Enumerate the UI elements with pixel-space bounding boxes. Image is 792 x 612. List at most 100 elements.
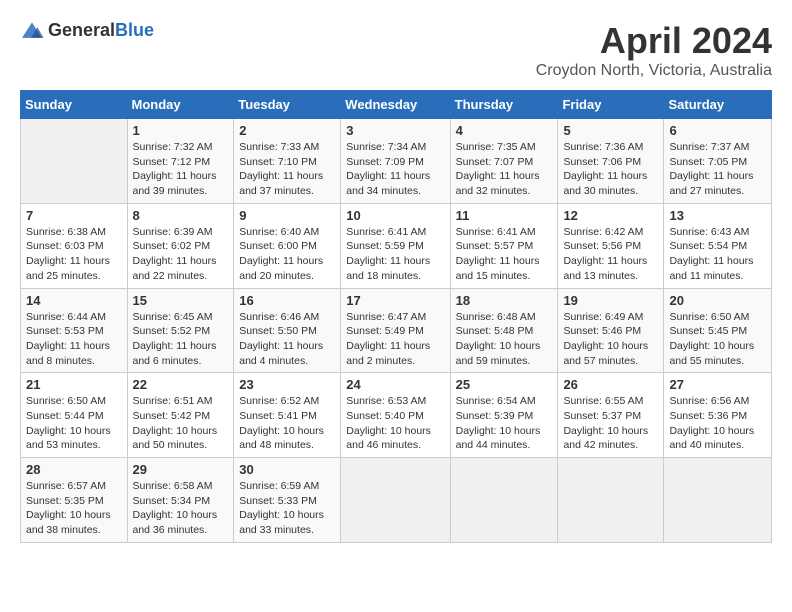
day-number: 29 <box>133 462 229 477</box>
day-info: Sunrise: 6:55 AMSunset: 5:37 PMDaylight:… <box>563 394 658 453</box>
weekday-header-row: Sunday Monday Tuesday Wednesday Thursday… <box>21 91 772 119</box>
calendar-cell: 21Sunrise: 6:50 AMSunset: 5:44 PMDayligh… <box>21 373 128 458</box>
day-info: Sunrise: 6:48 AMSunset: 5:48 PMDaylight:… <box>456 310 553 369</box>
calendar-cell: 6 Sunrise: 7:37 AMSunset: 7:05 PMDaylight… <box>664 119 772 204</box>
day-number: 23 <box>239 377 335 392</box>
calendar-cell: 22 Sunrise: 6:51 AMSunset: 5:42 PMDayligh… <box>127 373 234 458</box>
location-title: Croydon North, Victoria, Australia <box>536 62 772 80</box>
calendar-cell <box>21 119 128 204</box>
day-info: Sunrise: 6:41 AMSunset: 5:57 PMDaylight:… <box>456 225 553 284</box>
day-number: 22 <box>133 377 229 392</box>
day-info: Sunrise: 7:35 AMSunset: 7:07 PMDaylight:… <box>456 140 553 199</box>
calendar-week-row: 7 Sunrise: 6:38 AMSunset: 6:03 PMDaylight… <box>21 203 772 288</box>
calendar-cell: 23 Sunrise: 6:52 AMSunset: 5:41 PMDayligh… <box>234 373 341 458</box>
day-info: Sunrise: 6:40 AMSunset: 6:00 PMDaylight:… <box>239 225 335 284</box>
day-info: Sunrise: 6:59 AMSunset: 5:33 PMDaylight:… <box>239 479 335 538</box>
day-number: 16 <box>239 293 335 308</box>
day-info: Sunrise: 7:36 AMSunset: 7:06 PMDaylight:… <box>563 140 658 199</box>
day-info: Sunrise: 6:42 AMSunset: 5:56 PMDaylight:… <box>563 225 658 284</box>
calendar-week-row: 28Sunrise: 6:57 AMSunset: 5:35 PMDayligh… <box>21 458 772 543</box>
calendar-cell: 2Sunrise: 7:33 AMSunset: 7:10 PMDaylight… <box>234 119 341 204</box>
calendar-cell: 27Sunrise: 6:56 AMSunset: 5:36 PMDayligh… <box>664 373 772 458</box>
day-info: Sunrise: 6:51 AMSunset: 5:42 PMDaylight:… <box>133 394 229 453</box>
day-info: Sunrise: 7:33 AMSunset: 7:10 PMDaylight:… <box>239 140 335 199</box>
day-info: Sunrise: 6:45 AMSunset: 5:52 PMDaylight:… <box>133 310 229 369</box>
calendar-cell: 30 Sunrise: 6:59 AMSunset: 5:33 PMDayligh… <box>234 458 341 543</box>
calendar-cell: 24 Sunrise: 6:53 AMSunset: 5:40 PMDayligh… <box>341 373 450 458</box>
calendar-cell: 14Sunrise: 6:44 AMSunset: 5:53 PMDayligh… <box>21 288 128 373</box>
calendar-cell: 4 Sunrise: 7:35 AMSunset: 7:07 PMDaylight… <box>450 119 558 204</box>
day-number: 3 <box>346 123 444 138</box>
day-info: Sunrise: 6:54 AMSunset: 5:39 PMDaylight:… <box>456 394 553 453</box>
calendar-cell: 13Sunrise: 6:43 AMSunset: 5:54 PMDayligh… <box>664 203 772 288</box>
day-number: 30 <box>239 462 335 477</box>
header-monday: Monday <box>127 91 234 119</box>
day-info: Sunrise: 6:52 AMSunset: 5:41 PMDaylight:… <box>239 394 335 453</box>
calendar-week-row: 1 Sunrise: 7:32 AMSunset: 7:12 PMDaylight… <box>21 119 772 204</box>
header-saturday: Saturday <box>664 91 772 119</box>
day-info: Sunrise: 6:46 AMSunset: 5:50 PMDaylight:… <box>239 310 335 369</box>
calendar-cell: 18 Sunrise: 6:48 AMSunset: 5:48 PMDayligh… <box>450 288 558 373</box>
day-number: 9 <box>239 208 335 223</box>
day-number: 18 <box>456 293 553 308</box>
day-number: 21 <box>26 377 122 392</box>
day-number: 14 <box>26 293 122 308</box>
day-number: 8 <box>133 208 229 223</box>
calendar-table: Sunday Monday Tuesday Wednesday Thursday… <box>20 90 772 543</box>
day-number: 17 <box>346 293 444 308</box>
day-number: 4 <box>456 123 553 138</box>
day-number: 7 <box>26 208 122 223</box>
calendar-week-row: 14Sunrise: 6:44 AMSunset: 5:53 PMDayligh… <box>21 288 772 373</box>
day-number: 6 <box>669 123 766 138</box>
day-number: 19 <box>563 293 658 308</box>
day-number: 5 <box>563 123 658 138</box>
day-info: Sunrise: 6:41 AMSunset: 5:59 PMDaylight:… <box>346 225 444 284</box>
calendar-week-row: 21Sunrise: 6:50 AMSunset: 5:44 PMDayligh… <box>21 373 772 458</box>
header-tuesday: Tuesday <box>234 91 341 119</box>
calendar-cell: 5 Sunrise: 7:36 AMSunset: 7:06 PMDaylight… <box>558 119 664 204</box>
logo: GeneralBlue <box>20 20 154 41</box>
calendar-cell: 9 Sunrise: 6:40 AMSunset: 6:00 PMDaylight… <box>234 203 341 288</box>
logo-blue: Blue <box>115 20 154 40</box>
calendar-cell: 26Sunrise: 6:55 AMSunset: 5:37 PMDayligh… <box>558 373 664 458</box>
header-wednesday: Wednesday <box>341 91 450 119</box>
header-thursday: Thursday <box>450 91 558 119</box>
day-info: Sunrise: 6:50 AMSunset: 5:45 PMDaylight:… <box>669 310 766 369</box>
day-info: Sunrise: 6:58 AMSunset: 5:34 PMDaylight:… <box>133 479 229 538</box>
day-number: 15 <box>133 293 229 308</box>
calendar-cell: 12Sunrise: 6:42 AMSunset: 5:56 PMDayligh… <box>558 203 664 288</box>
calendar-cell: 7 Sunrise: 6:38 AMSunset: 6:03 PMDaylight… <box>21 203 128 288</box>
day-number: 27 <box>669 377 766 392</box>
day-info: Sunrise: 6:47 AMSunset: 5:49 PMDaylight:… <box>346 310 444 369</box>
day-info: Sunrise: 7:37 AMSunset: 7:05 PMDaylight:… <box>669 140 766 199</box>
calendar-cell: 15 Sunrise: 6:45 AMSunset: 5:52 PMDayligh… <box>127 288 234 373</box>
day-number: 25 <box>456 377 553 392</box>
day-info: Sunrise: 7:34 AMSunset: 7:09 PMDaylight:… <box>346 140 444 199</box>
calendar-cell <box>450 458 558 543</box>
day-number: 10 <box>346 208 444 223</box>
day-info: Sunrise: 7:32 AMSunset: 7:12 PMDaylight:… <box>133 140 229 199</box>
day-number: 1 <box>133 123 229 138</box>
title-section: April 2024 Croydon North, Victoria, Aust… <box>536 20 772 80</box>
calendar-cell: 20Sunrise: 6:50 AMSunset: 5:45 PMDayligh… <box>664 288 772 373</box>
logo-general: General <box>48 20 115 40</box>
month-title: April 2024 <box>536 20 772 62</box>
calendar-cell: 29 Sunrise: 6:58 AMSunset: 5:34 PMDayligh… <box>127 458 234 543</box>
day-info: Sunrise: 6:38 AMSunset: 6:03 PMDaylight:… <box>26 225 122 284</box>
day-number: 24 <box>346 377 444 392</box>
day-info: Sunrise: 6:43 AMSunset: 5:54 PMDaylight:… <box>669 225 766 284</box>
logo-icon <box>20 21 44 41</box>
calendar-cell: 17 Sunrise: 6:47 AMSunset: 5:49 PMDayligh… <box>341 288 450 373</box>
header-friday: Friday <box>558 91 664 119</box>
day-info: Sunrise: 6:49 AMSunset: 5:46 PMDaylight:… <box>563 310 658 369</box>
day-info: Sunrise: 6:39 AMSunset: 6:02 PMDaylight:… <box>133 225 229 284</box>
calendar-cell: 3 Sunrise: 7:34 AMSunset: 7:09 PMDaylight… <box>341 119 450 204</box>
calendar-cell <box>558 458 664 543</box>
day-info: Sunrise: 6:53 AMSunset: 5:40 PMDaylight:… <box>346 394 444 453</box>
calendar-cell: 16 Sunrise: 6:46 AMSunset: 5:50 PMDayligh… <box>234 288 341 373</box>
calendar-cell <box>341 458 450 543</box>
calendar-cell: 28Sunrise: 6:57 AMSunset: 5:35 PMDayligh… <box>21 458 128 543</box>
page-header: GeneralBlue April 2024 Croydon North, Vi… <box>20 20 772 80</box>
day-info: Sunrise: 6:57 AMSunset: 5:35 PMDaylight:… <box>26 479 122 538</box>
calendar-cell: 19 Sunrise: 6:49 AMSunset: 5:46 PMDayligh… <box>558 288 664 373</box>
